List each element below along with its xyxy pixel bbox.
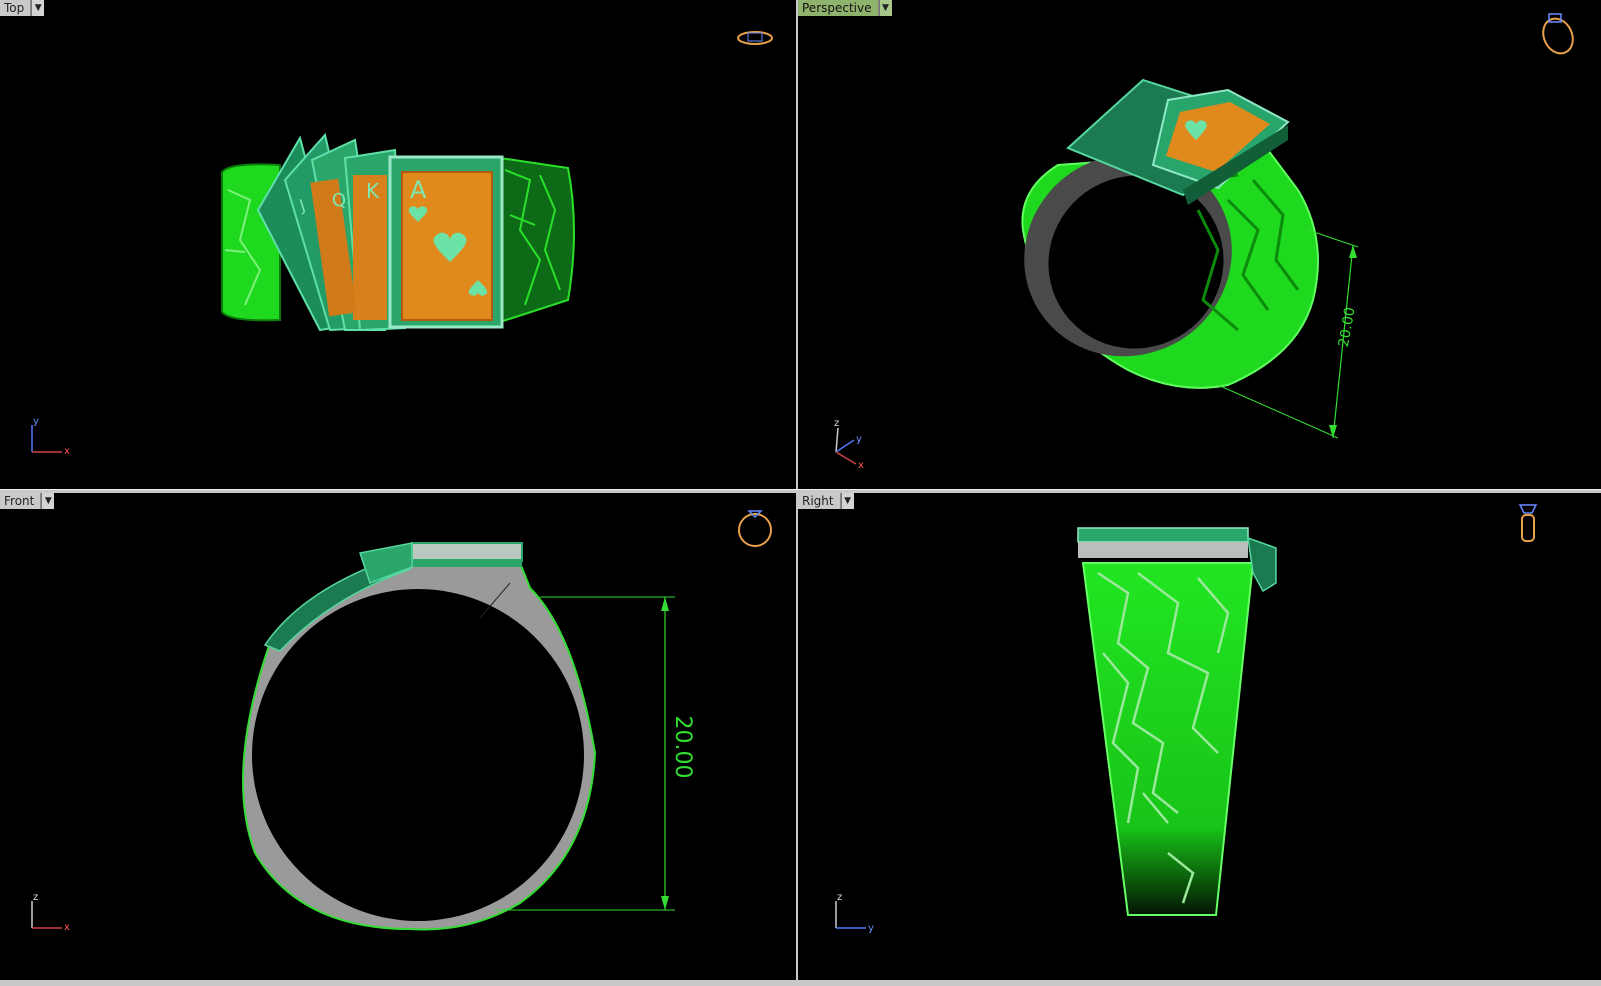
- viewport-front[interactable]: Front ▼ 20.00 z x: [0, 493, 796, 986]
- ring-gizmo-icon: [738, 510, 772, 547]
- axis-label-x: x: [858, 460, 864, 471]
- top-view-canvas: A K Q J y x: [31, 31, 773, 457]
- axis-label-z: z: [33, 892, 38, 903]
- dimension-label: 20.00: [670, 716, 695, 779]
- ring-shank-right: [1077, 527, 1277, 916]
- viewport-top[interactable]: Top ▼ A K Q J y x: [0, 0, 796, 489]
- bottom-border: [0, 980, 1601, 986]
- viewport-perspective[interactable]: Perspective ▼ 20.00 z y x: [798, 0, 1601, 489]
- right-view-canvas: z y: [835, 504, 1538, 934]
- viewport-splitter-vertical[interactable]: [796, 0, 798, 986]
- card-rank: K: [366, 179, 380, 203]
- axis-label-z: z: [834, 418, 839, 429]
- card-fan-top: A K Q J: [256, 132, 504, 332]
- viewport-right[interactable]: Right ▼ z y: [798, 493, 1601, 986]
- axis-label-x: x: [64, 922, 70, 933]
- ring-gizmo-icon: [1518, 504, 1538, 542]
- viewport-splitter-horizontal[interactable]: [0, 489, 1601, 493]
- axis-label-x: x: [64, 446, 70, 457]
- ring-gizmo-icon: [737, 31, 773, 45]
- ring-gizmo-icon: [1542, 13, 1574, 55]
- axis-triad-top: [31, 425, 62, 453]
- axis-label-y: y: [868, 923, 874, 934]
- card-rank: A: [410, 176, 427, 204]
- axis-label-z: z: [837, 892, 842, 903]
- dimension-label: 20.00: [1336, 306, 1359, 348]
- axis-triad-front: [31, 901, 62, 929]
- front-view-canvas: 20.00 z x: [31, 510, 772, 933]
- perspective-view-canvas: 20.00 z y x: [834, 13, 1574, 471]
- axis-label-y: y: [33, 416, 39, 427]
- axis-triad-right: [835, 901, 866, 929]
- axis-triad-perspective: [835, 427, 857, 465]
- ring-profile-front: [242, 542, 597, 931]
- axis-label-y: y: [856, 434, 862, 445]
